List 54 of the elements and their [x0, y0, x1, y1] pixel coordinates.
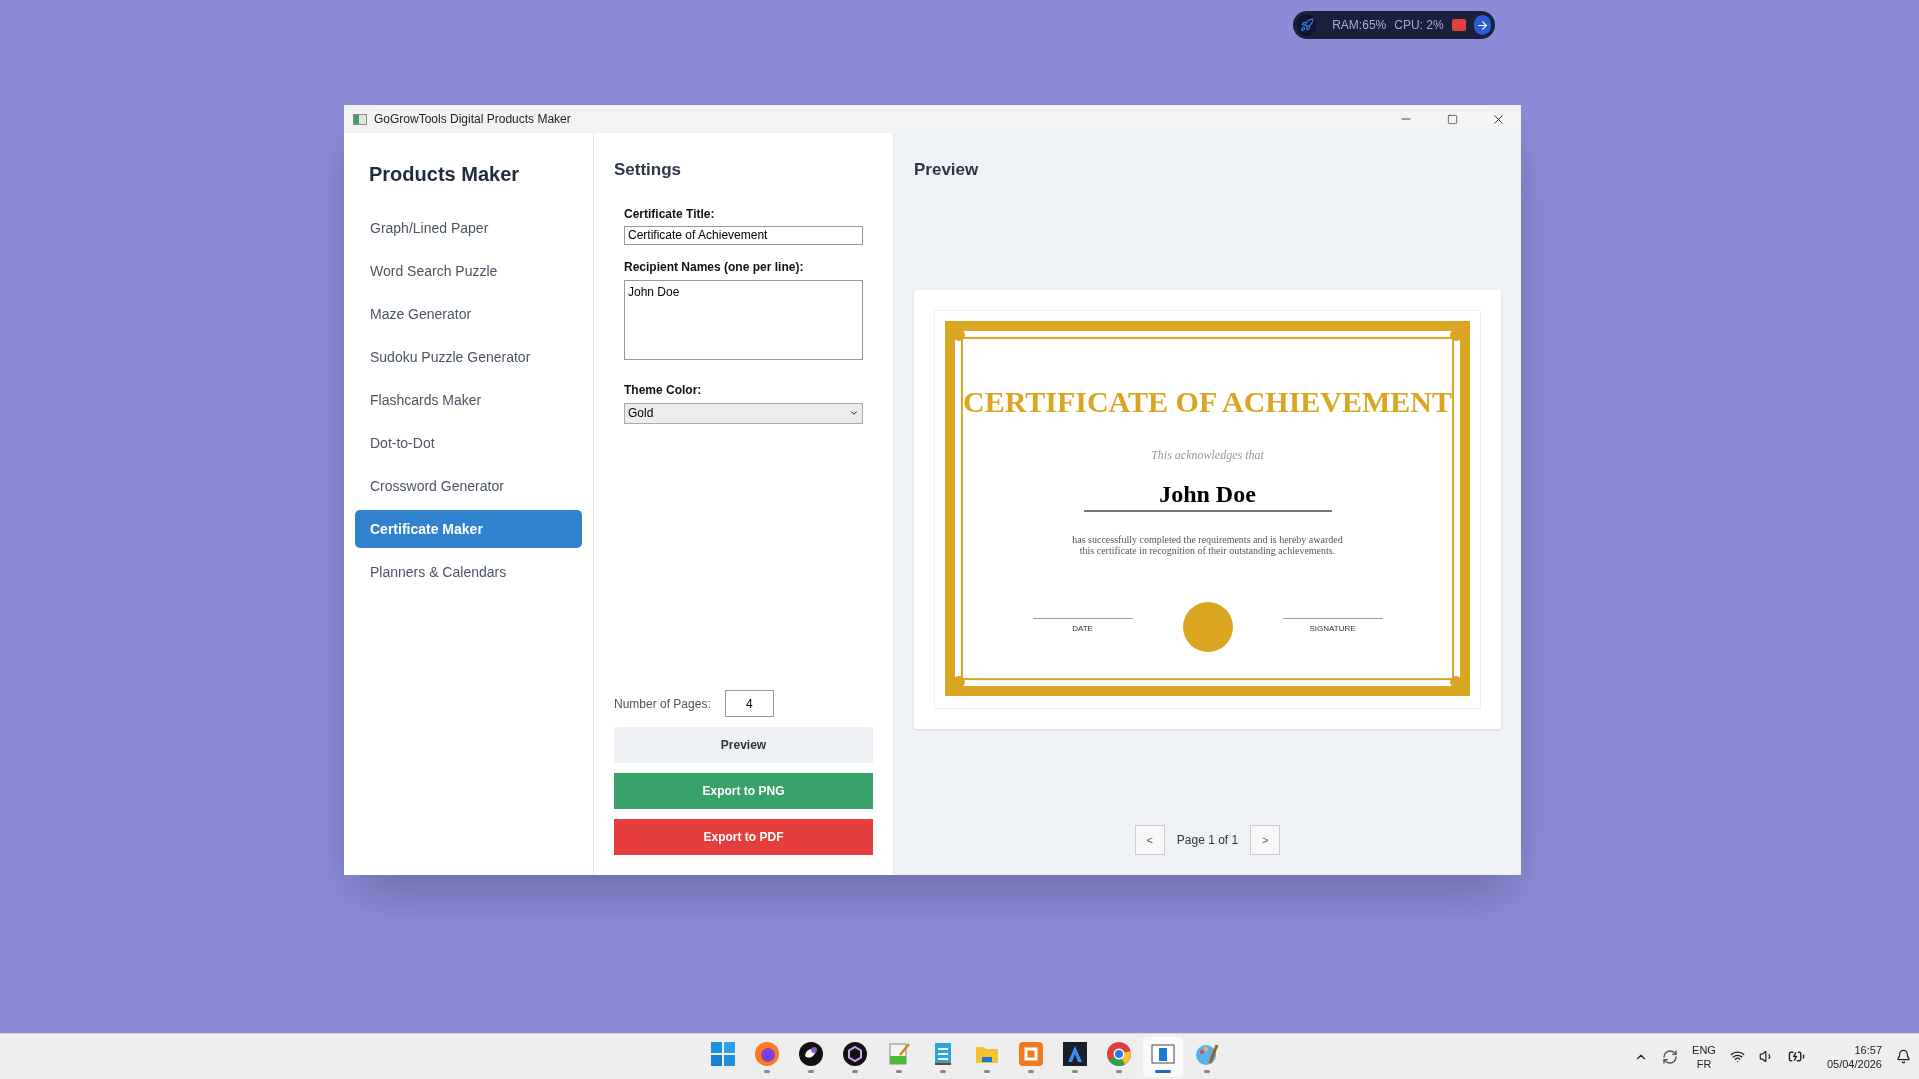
triangle-app-icon[interactable] [1061, 1040, 1088, 1067]
field-label: Theme Color: [624, 381, 703, 399]
recipient-names-field[interactable]: John Doe [624, 279, 863, 360]
square-app-icon[interactable] [1017, 1040, 1044, 1067]
sidebar-item[interactable]: Planners & Calendars [355, 553, 582, 591]
maximize-icon [1446, 113, 1458, 125]
cpu-usage: CPU: 2% [1394, 17, 1444, 34]
sidebar-title: Products Maker [368, 162, 521, 187]
sidebar-item[interactable]: Word Search Puzzle [355, 252, 582, 290]
arrow-button[interactable] [1473, 15, 1491, 35]
field-label: Certificate Title: [624, 205, 716, 223]
certificate-body-text: has successfully completed the requirements and is hereby awarded this certificate in recognition of their outstanding achievements. [1072, 533, 1343, 556]
sidebar-item[interactable]: Sudoku Puzzle Generator [355, 338, 582, 376]
keyboard-layout[interactable]: FR [1696, 1056, 1712, 1071]
number-of-pages-field[interactable]: 4 [724, 690, 774, 717]
certificate-title-field[interactable]: Certificate of Achievement [624, 225, 863, 245]
recipient-name: John Doe [1083, 477, 1332, 512]
preview-title: Preview [914, 159, 980, 181]
arrow-right-icon [1475, 18, 1489, 32]
next-page-button[interactable]: > [1250, 825, 1281, 855]
sidebar-item[interactable]: Flashcards Maker [355, 381, 582, 419]
certificate-intro: This acknowledges that [1151, 446, 1264, 464]
field-label: Recipient Names (one per line): [624, 258, 805, 276]
clock-date[interactable]: 05/04/2026 [1826, 1056, 1882, 1071]
certificate-heading: CERTIFICATE OF ACHIEVEMENT [963, 383, 1452, 420]
sidebar-item[interactable]: Maze Generator [355, 295, 582, 333]
export-pdf-button[interactable]: Export to PDF [614, 819, 873, 855]
app-icon [353, 113, 367, 125]
chrome-browser-icon[interactable] [1105, 1040, 1132, 1067]
signature-label: SIGNATURE [1309, 623, 1356, 635]
window-title: GoGrowTools Digital Products Maker [374, 111, 571, 128]
field-label: Number of Pages: [614, 695, 711, 713]
clock-time[interactable]: 16:57 [1854, 1042, 1882, 1057]
sidebar-item[interactable]: Graph/Lined Paper [355, 209, 582, 247]
record-icon[interactable] [1451, 19, 1466, 31]
sidebar-item[interactable]: Dot-to-Dot [355, 424, 582, 462]
windows-logo-icon[interactable] [709, 1040, 736, 1067]
previous-page-button[interactable]: < [1134, 825, 1165, 855]
hexagon-app-icon[interactable] [841, 1040, 868, 1067]
notification-icon[interactable] [1896, 1049, 1911, 1064]
leaf-app-icon[interactable] [797, 1040, 824, 1067]
settings-title: Settings [614, 159, 683, 181]
sync-icon[interactable] [1662, 1048, 1679, 1065]
sidebar-item[interactable]: Certificate Maker [355, 510, 582, 548]
ram-usage: RAM:65% [1332, 17, 1387, 34]
sidebar-item[interactable]: Crossword Generator [355, 467, 582, 505]
chevron-down-icon [849, 408, 859, 418]
rocket-icon [1299, 18, 1314, 32]
theme-color-dropdown[interactable]: Gold [624, 402, 863, 424]
preview-button[interactable]: Preview [614, 727, 873, 763]
input-language[interactable]: ENG [1692, 1042, 1716, 1057]
wifi-icon[interactable] [1729, 1049, 1745, 1064]
date-label: DATE [1072, 623, 1093, 635]
page-indicator: Page 1 of 1 [1176, 832, 1239, 849]
